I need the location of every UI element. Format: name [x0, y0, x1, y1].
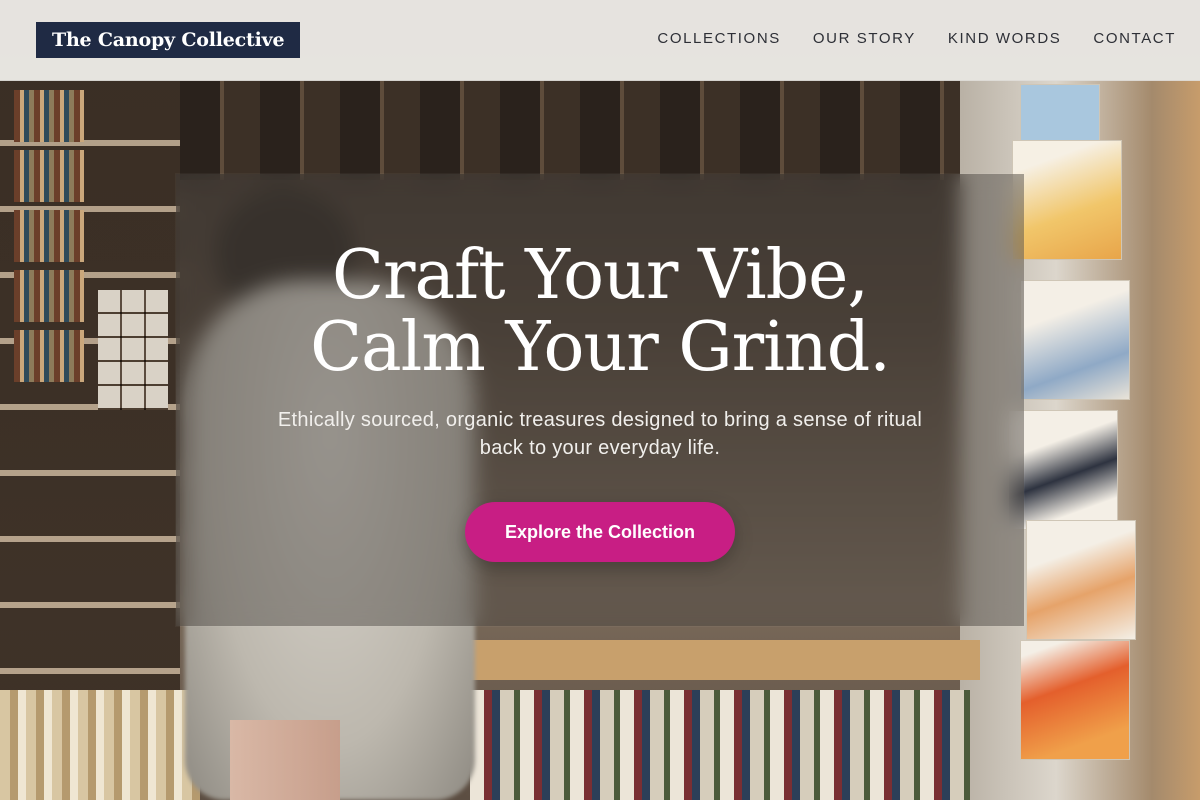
background-cubby-shelf — [98, 290, 168, 410]
background-books-lower — [470, 690, 970, 800]
background-person-legs — [230, 720, 340, 800]
background-books — [14, 150, 84, 202]
hero-title-line-2: Calm Your Grind. — [310, 308, 891, 387]
hero-subtitle: Ethically sourced, organic treasures des… — [250, 406, 950, 462]
nav-link-kind-words[interactable]: KIND WORDS — [948, 30, 1062, 47]
background-greeting-card — [1020, 280, 1130, 400]
site-header: The Canopy Collective COLLECTIONS OUR ST… — [0, 0, 1200, 81]
background-books — [14, 270, 84, 322]
hero-title-line-1: Craft Your Vibe, — [331, 236, 869, 315]
background-greeting-card — [1012, 140, 1122, 260]
background-shelves-top — [180, 80, 960, 180]
nav-link-collections[interactable]: COLLECTIONS — [657, 30, 780, 47]
background-greeting-card — [1020, 84, 1100, 144]
background-books — [14, 210, 84, 262]
background-greeting-card — [1008, 410, 1118, 530]
background-greeting-card — [1026, 520, 1136, 640]
hero-title: Craft Your Vibe, Calm Your Grind. — [176, 240, 1024, 384]
brand-logo[interactable]: The Canopy Collective — [36, 22, 301, 58]
explore-collection-button[interactable]: Explore the Collection — [465, 502, 735, 562]
nav-link-contact[interactable]: CONTACT — [1093, 30, 1176, 47]
main-nav: COLLECTIONS OUR STORY KIND WORDS CONTACT — [657, 30, 1176, 47]
hero-subtitle-line-1: Ethically sourced, organic treasures des… — [277, 409, 923, 431]
background-books-lower-left — [0, 690, 200, 800]
background-books — [14, 90, 84, 142]
hero-subtitle-line-2: back to your everyday life. — [479, 437, 721, 459]
nav-link-our-story[interactable]: OUR STORY — [813, 30, 916, 47]
background-books — [14, 330, 84, 382]
background-counter — [430, 640, 980, 680]
hero-panel: Craft Your Vibe, Calm Your Grind. Ethica… — [176, 174, 1024, 626]
background-greeting-card — [1020, 640, 1130, 760]
